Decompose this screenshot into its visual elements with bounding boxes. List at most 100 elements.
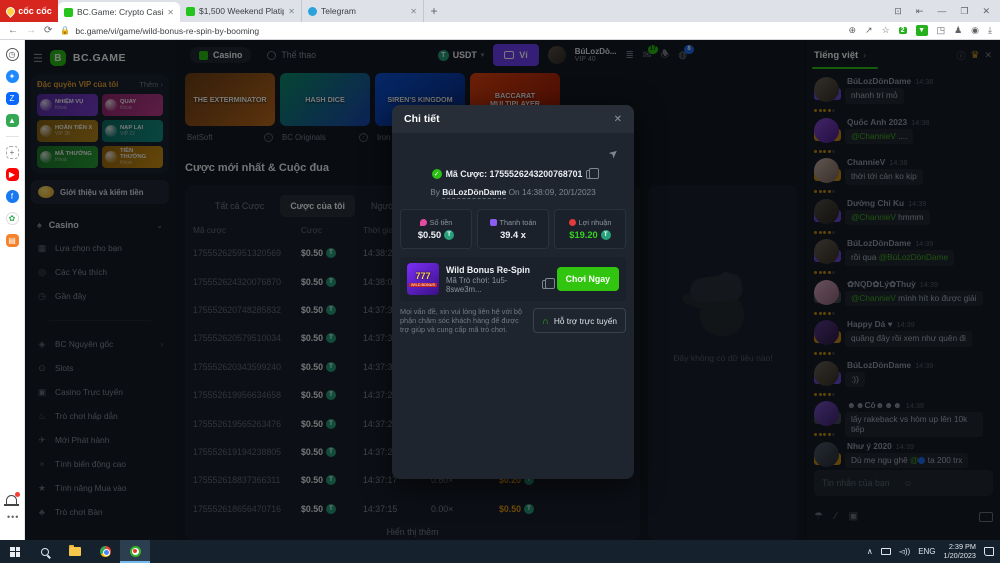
stat-icon xyxy=(569,219,576,226)
browser-tab[interactable]: $1,500 Weekend Platipus M... ✕ xyxy=(180,0,302,22)
more-options-icon[interactable]: ••• xyxy=(7,512,19,522)
stat-value: $0.50 xyxy=(418,230,441,240)
browser-tab[interactable]: BC.Game: Crypto Casino Gan ✕ xyxy=(58,2,180,22)
back-button[interactable]: ← xyxy=(8,25,18,36)
youtube-icon[interactable]: ▶ xyxy=(6,168,19,181)
play-now-button[interactable]: Chơi Ngay xyxy=(557,267,619,291)
game-thumbnail[interactable]: 777WILD BONUS xyxy=(407,263,439,295)
keyboard-language[interactable]: ENG xyxy=(918,547,935,556)
bet-stats: Số tiền $0.50 T Thanh toán 39.4 xT Lợi nh… xyxy=(400,209,626,249)
stat-card: Thanh toán 39.4 xT xyxy=(477,209,549,249)
share-icon[interactable]: ➤ xyxy=(606,146,621,162)
network-icon[interactable] xyxy=(881,548,891,555)
taskbar-clock[interactable]: 2:39 PM1/20/2023 xyxy=(944,543,976,560)
bookmark-star-icon[interactable]: ☆ xyxy=(882,25,890,36)
maximize-button[interactable]: ❐ xyxy=(960,6,968,17)
usdt-coin-icon: T xyxy=(601,230,611,240)
messenger-icon[interactable]: ✦ xyxy=(6,70,19,83)
browser-tabstrip: cốc cốc BC.Game: Crypto Casino Gan ✕ $1,… xyxy=(0,0,1000,22)
bet-datetime: 14:38:09, 20/1/2023 xyxy=(522,187,596,197)
tab-title: Telegram xyxy=(321,6,406,16)
stat-label: Số tiền xyxy=(430,218,453,227)
support-button-label: Hỗ trợ trực tuyến xyxy=(554,316,617,326)
bet-detail-modal: Chi tiết ✕ ➤ ✓ Mã Cược: 1755526243200768… xyxy=(392,105,634,479)
browser-addressbar: ← → ⟳ 🔒 bc.game/vi/game/wild-bonus-re-sp… xyxy=(0,22,1000,40)
coccoc-logo-icon xyxy=(4,5,17,18)
stat-label: Lợi nhuận xyxy=(579,218,612,227)
facebook-icon[interactable]: f xyxy=(6,190,19,203)
coccoc-taskbar-button[interactable] xyxy=(120,540,150,563)
coccoc-brand-label: cốc cốc xyxy=(18,6,52,16)
headset-icon: ∩ xyxy=(542,316,549,326)
addressbar-icons: ⊕ ↗ ☆ 2 ▼ ◳ ♟ ◉ ⤓ xyxy=(848,25,992,36)
tab-favicon xyxy=(308,7,317,16)
sidebar-divider xyxy=(6,136,19,137)
file-explorer-button[interactable] xyxy=(60,540,90,563)
save-page-icon[interactable]: ⊕ xyxy=(848,25,856,36)
stat-label: Thanh toán xyxy=(500,218,537,227)
browser-tab[interactable]: Telegram ✕ xyxy=(302,0,424,22)
support-text: Mọi vấn đề, xin vui lòng liên hệ với bộ … xyxy=(400,307,525,334)
bet-by-row: By BúLozDönDame On 14:38:09, 20/1/2023 xyxy=(392,187,634,197)
coccoc-sidebar: ◷ ✦ Z ▲ + ▶ f ✿ ▤ ••• xyxy=(0,40,25,540)
bet-user-link[interactable]: BúLozDönDame xyxy=(442,187,506,199)
zalo-icon[interactable]: Z xyxy=(6,92,19,105)
copy-icon[interactable] xyxy=(586,170,594,179)
notification-dot xyxy=(15,492,20,497)
forward-button[interactable]: → xyxy=(26,25,36,36)
new-tab-button[interactable]: + xyxy=(424,0,444,22)
coccoc-brand[interactable]: cốc cốc xyxy=(0,0,58,22)
start-button[interactable] xyxy=(0,540,30,563)
game-name: Wild Bonus Re-Spin xyxy=(446,265,550,276)
action-center-icon[interactable] xyxy=(984,547,994,556)
url-box[interactable]: 🔒 bc.game/vi/game/wild-bonus-re-spin-by-… xyxy=(60,26,840,36)
pin-window-icon[interactable]: ⇤ xyxy=(916,6,924,17)
taskbar-search-button[interactable] xyxy=(30,540,60,563)
support-button[interactable]: ∩ Hỗ trợ trực tuyến xyxy=(533,308,626,333)
game-id: Mã Trò chơi: 1u5-8swe3m... xyxy=(446,276,538,294)
notifications-bell-icon[interactable] xyxy=(6,495,17,504)
modal-close-icon[interactable]: ✕ xyxy=(614,114,622,125)
tray-chevron-icon[interactable]: ∧ xyxy=(867,547,873,556)
url-text[interactable]: bc.game/vi/game/wild-bonus-re-spin-by-bo… xyxy=(75,26,259,36)
extensions-puzzle-icon[interactable]: ◳ xyxy=(937,25,946,36)
games-icon[interactable]: ▲ xyxy=(6,114,19,127)
reload-button[interactable]: ⟳ xyxy=(44,25,52,36)
windows-taskbar: ∧ ◅)) ENG 2:39 PM1/20/2023 xyxy=(0,540,1000,563)
shopping-icon[interactable]: ▤ xyxy=(6,234,19,247)
downloads-icon[interactable]: ⤓ xyxy=(988,25,992,36)
stat-icon xyxy=(490,219,497,226)
bet-id-text: Mã Cược: 1755526243200768701 xyxy=(446,169,583,179)
tab-close-icon[interactable]: ✕ xyxy=(288,7,295,16)
copy-icon[interactable] xyxy=(542,280,550,289)
modal-header: Chi tiết ✕ xyxy=(392,105,634,133)
screen: cốc cốc BC.Game: Crypto Casino Gan ✕ $1,… xyxy=(0,0,1000,563)
game-row: 777WILD BONUS Wild Bonus Re-Spin Mã Trò … xyxy=(400,257,626,301)
history-icon[interactable]: ◷ xyxy=(6,48,19,61)
reader-mode-icon[interactable]: ⊡ xyxy=(894,6,902,17)
tab-close-icon[interactable]: ✕ xyxy=(167,8,174,17)
share-page-icon[interactable]: ↗ xyxy=(865,25,873,36)
support-row: Mọi vấn đề, xin vui lòng liên hệ với bộ … xyxy=(400,307,626,334)
search-icon xyxy=(41,548,49,556)
lock-icon: 🔒 xyxy=(60,26,70,35)
plant-icon[interactable]: ✿ xyxy=(6,212,19,225)
stat-icon xyxy=(420,219,427,226)
browser-menu-icon[interactable]: ◉ xyxy=(971,25,979,36)
folder-icon xyxy=(69,547,81,556)
minimize-button[interactable]: — xyxy=(937,6,946,16)
volume-icon[interactable]: ◅)) xyxy=(899,547,910,556)
verified-check-icon: ✓ xyxy=(432,169,442,179)
coccoc-icon xyxy=(130,546,141,557)
tab-close-icon[interactable]: ✕ xyxy=(410,7,417,16)
chrome-button[interactable] xyxy=(90,540,120,563)
stat-value: $19.20 xyxy=(569,230,597,240)
close-button[interactable]: ✕ xyxy=(982,6,990,17)
download-extension-icon[interactable]: ▼ xyxy=(916,25,928,36)
adblock-extension-icon[interactable]: 2 xyxy=(899,27,907,34)
profile-icon[interactable]: ♟ xyxy=(954,25,962,36)
chrome-icon xyxy=(100,546,111,557)
tab-title: BC.Game: Crypto Casino Gan xyxy=(77,7,163,17)
tab-favicon xyxy=(64,8,73,17)
add-shortcut-icon[interactable]: + xyxy=(6,146,19,159)
